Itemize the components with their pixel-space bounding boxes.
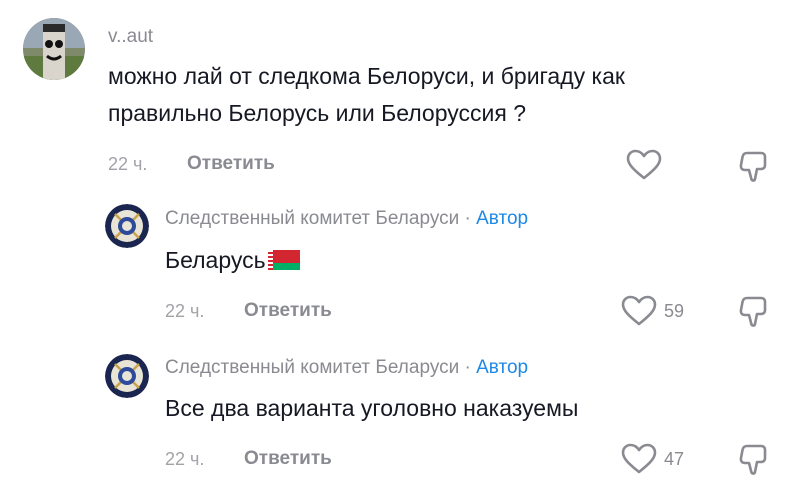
heart-icon[interactable] <box>626 149 662 186</box>
comment-text: Все два варианта уголовно наказуемы <box>165 395 579 421</box>
belarus-flag-icon <box>267 250 300 270</box>
comment-username[interactable]: v..aut <box>108 26 153 48</box>
comment-username[interactable]: Следственный комитет Беларуси · Автор <box>165 357 528 379</box>
comment-text: Беларусь <box>165 242 300 279</box>
avatar[interactable] <box>23 18 85 80</box>
comment-time: 22 ч. <box>165 449 205 469</box>
comment-username[interactable]: Следственный комитет Беларуси · Автор <box>165 208 528 230</box>
avatar[interactable] <box>105 354 149 398</box>
comment-text-content: Беларусь <box>165 247 266 273</box>
like-count: 47 <box>664 449 685 469</box>
thumbs-down-icon[interactable] <box>737 294 769 333</box>
reply-button[interactable]: Ответить <box>244 300 332 322</box>
reply-button[interactable]: Ответить <box>244 448 332 470</box>
author-badge: Автор <box>476 357 529 378</box>
comment-item: v..aut можно лай от следкома Белоруси, и… <box>0 0 800 190</box>
thumbs-down-icon[interactable] <box>737 149 769 188</box>
reply-comment-item: Следственный комитет Беларуси · Автор Вс… <box>0 340 800 492</box>
username-text[interactable]: Следственный комитет Беларуси <box>165 357 459 378</box>
comment-time: 22 ч. <box>165 301 205 321</box>
comment-text-line: можно лай от следкома Белоруси, и бригад… <box>108 63 625 89</box>
author-separator: · <box>464 357 471 378</box>
comment-text-line: правильно Белорусь или Белоруссия ? <box>108 100 526 126</box>
username-text[interactable]: Следственный комитет Беларуси <box>165 208 459 229</box>
author-badge: Автор <box>476 208 529 229</box>
comment-text: можно лай от следкома Белоруси, и бригад… <box>108 58 778 132</box>
comment-time: 22 ч. <box>108 154 148 174</box>
heart-icon[interactable] <box>621 295 657 332</box>
thumbs-down-icon[interactable] <box>737 442 769 481</box>
like-count: 59 <box>664 301 685 321</box>
reply-comment-item: Следственный комитет Беларуси · Автор Бе… <box>0 190 800 340</box>
reply-button[interactable]: Ответить <box>187 153 275 175</box>
heart-icon[interactable] <box>621 443 657 480</box>
avatar[interactable] <box>105 204 149 248</box>
author-separator: · <box>464 208 471 229</box>
